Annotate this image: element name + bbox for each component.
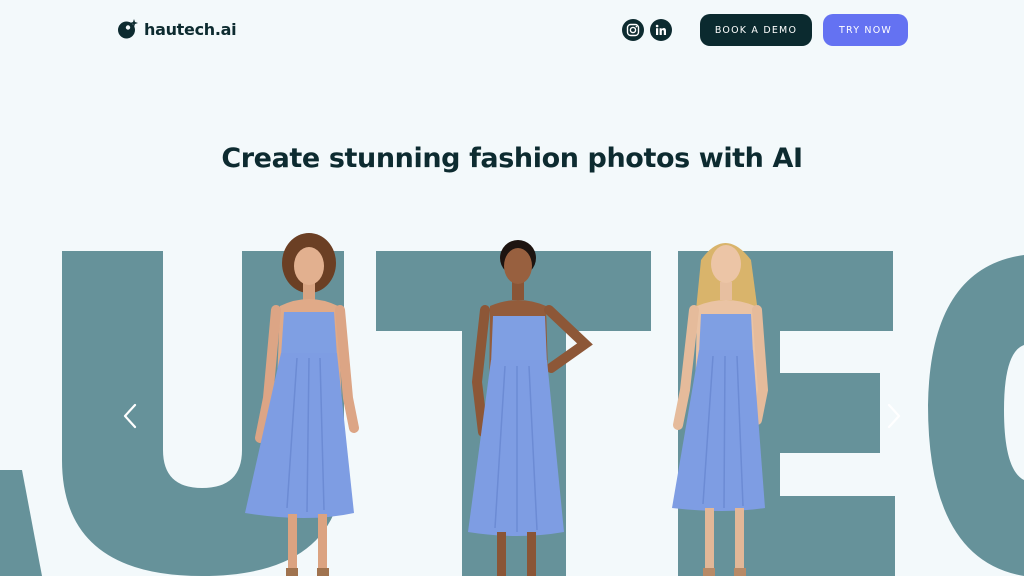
carousel-next-button[interactable]	[879, 400, 909, 432]
logo-icon	[118, 19, 138, 39]
landing-page: hautech.ai BOOK A DEMO TRY NOW Create st…	[0, 0, 1024, 576]
linkedin-link[interactable]	[650, 19, 672, 41]
linkedin-icon	[655, 24, 666, 35]
carousel-prev-button[interactable]	[115, 400, 145, 432]
instagram-icon	[626, 23, 640, 37]
try-now-button[interactable]: TRY NOW	[823, 14, 908, 46]
chevron-right-icon	[887, 403, 901, 429]
chevron-left-icon	[123, 403, 137, 429]
model-photo-curly-brown-hair	[245, 233, 359, 576]
backdrop-letter-a	[0, 470, 42, 576]
model-photo-long-blonde-hair	[672, 243, 769, 576]
hero-headline: Create stunning fashion photos with AI	[221, 143, 803, 174]
backdrop-letter-c	[928, 255, 1024, 576]
model-photo-braided-dark-hair	[468, 240, 593, 576]
book-demo-button[interactable]: BOOK A DEMO	[700, 14, 812, 46]
instagram-link[interactable]	[622, 19, 644, 41]
logo-text: hautech.ai	[144, 19, 237, 39]
logo[interactable]: hautech.ai	[117, 18, 237, 40]
